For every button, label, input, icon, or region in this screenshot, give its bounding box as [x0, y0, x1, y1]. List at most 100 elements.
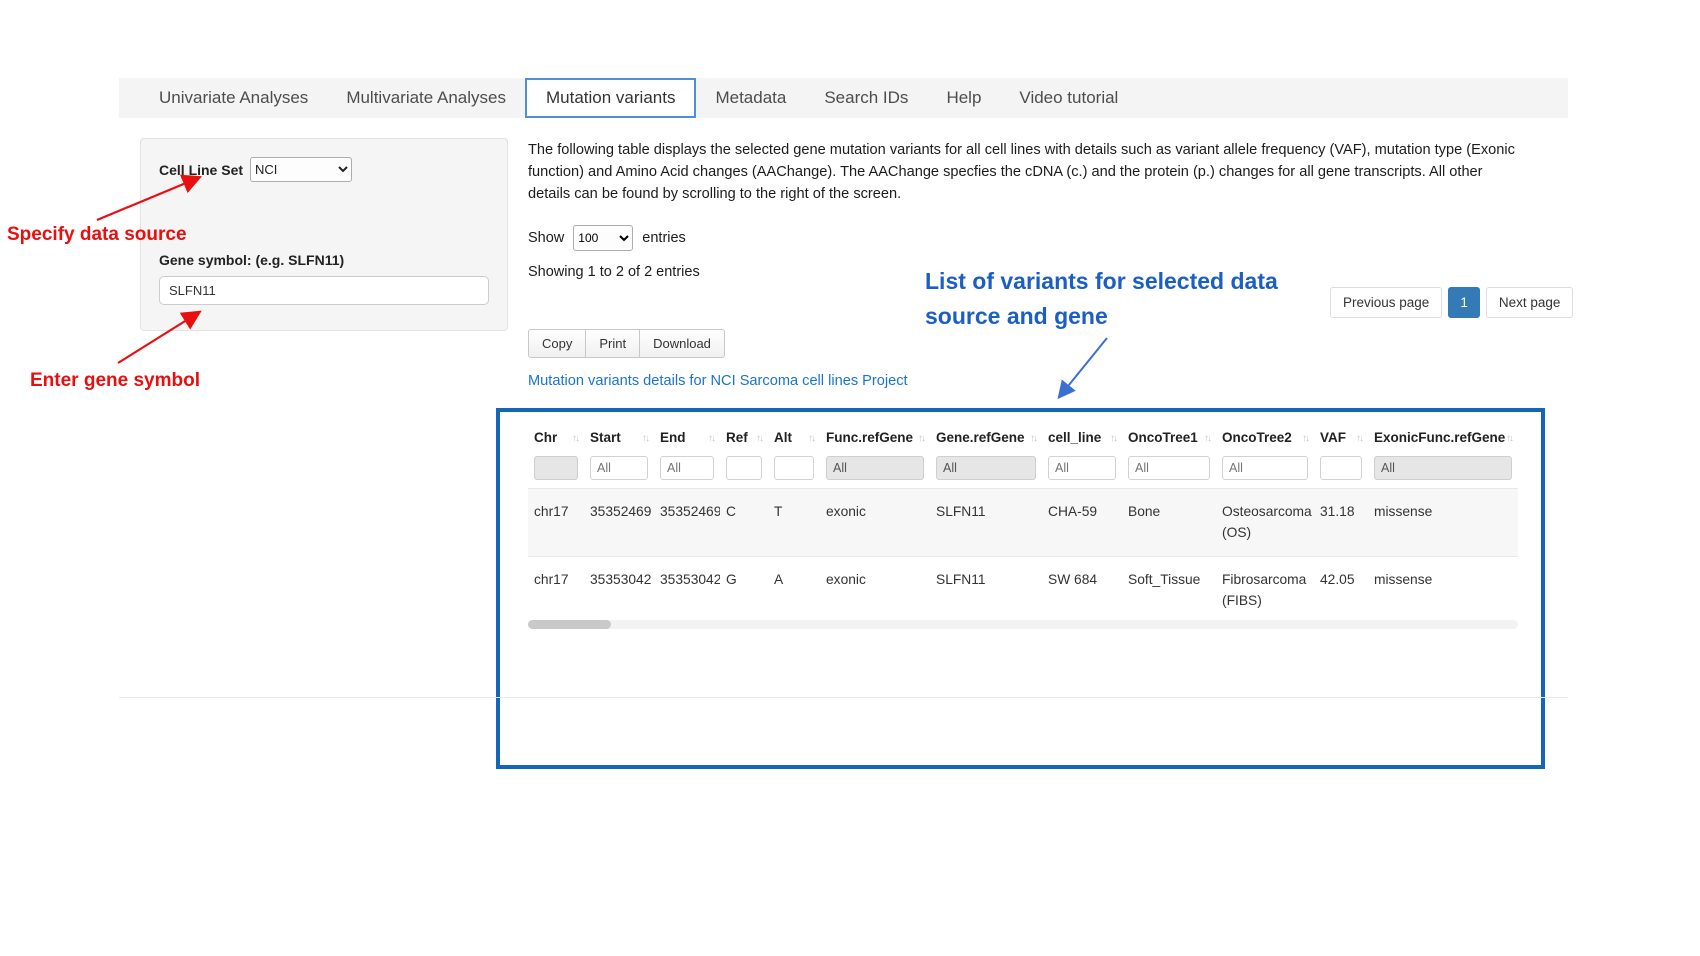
col-header-exonicfunc-refgene[interactable]: ↑↓ExonicFunc.refGene	[1368, 420, 1518, 453]
cell-oncotree2: Fibrosarcoma (FIBS)	[1216, 557, 1314, 625]
show-entries-control: Show 100 entries	[528, 225, 686, 251]
entries-label: entries	[642, 230, 686, 246]
filter-oncotree1[interactable]	[1128, 456, 1210, 480]
filter-end[interactable]	[660, 456, 714, 480]
col-header-alt[interactable]: ↑↓Alt	[768, 420, 820, 453]
sort-icon: ↑↓	[642, 433, 648, 444]
col-label: Gene.refGene	[936, 430, 1025, 445]
input-panel: Cell Line Set NCI Gene symbol: (e.g. SLF…	[140, 138, 508, 331]
cell-func-refgene: exonic	[820, 557, 930, 625]
tab-search-ids[interactable]: Search IDs	[805, 78, 927, 118]
col-header-vaf[interactable]: ↑↓ VAF	[1314, 420, 1368, 453]
tab-univariate-analyses[interactable]: Univariate Analyses	[140, 78, 327, 118]
download-button[interactable]: Download	[639, 329, 725, 358]
col-header-ref[interactable]: ↑↓ Ref	[720, 420, 768, 453]
variants-table: ↑↓Chr ↑↓Start ↑↓End ↑↓Ref ↑↓Alt ↑↓Func.r…	[528, 420, 1518, 626]
sort-icon: ↑↓	[1356, 433, 1362, 444]
table-row: chr17 35353042 35353042 G A exonic SLFN1…	[528, 557, 1518, 625]
gene-symbol-input[interactable]	[159, 276, 489, 305]
cell-oncotree2: Osteosarcoma (OS)	[1216, 489, 1314, 557]
sort-icon: ↑↓	[808, 433, 814, 444]
filter-ref[interactable]	[726, 456, 762, 480]
content-bottom-divider	[119, 697, 1568, 698]
tab-metadata[interactable]: Metadata	[696, 78, 805, 118]
filter-gene-refgene[interactable]	[936, 456, 1036, 480]
filter-oncotree2[interactable]	[1222, 456, 1308, 480]
col-label: OncoTree1	[1128, 430, 1198, 445]
filter-alt[interactable]	[774, 456, 814, 480]
cell-start: 35353042	[584, 557, 654, 625]
cell-oncotree1: Soft_Tissue	[1122, 557, 1216, 625]
export-button-group: Copy Print Download	[528, 329, 725, 358]
col-header-oncotree1[interactable]: ↑↓ OncoTree1	[1122, 420, 1216, 453]
sort-icon: ↑↓	[708, 433, 714, 444]
col-header-end[interactable]: ↑↓ End	[654, 420, 720, 453]
table-title-link[interactable]: Mutation variants details for NCI Sarcom…	[528, 373, 908, 389]
cell-oncotree1: Bone	[1122, 489, 1216, 557]
sort-icon: ↑↓	[1204, 433, 1210, 444]
entries-length-select[interactable]: 100	[573, 225, 633, 251]
col-label: VAF	[1320, 430, 1346, 445]
cell-cell-line: CHA-59	[1042, 489, 1122, 557]
annotation-variants-list: List of variants for selected data sourc…	[925, 264, 1327, 333]
copy-button[interactable]: Copy	[528, 329, 586, 358]
sort-icon: ↑↓	[1506, 433, 1512, 444]
tab-multivariate-analyses[interactable]: Multivariate Analyses	[327, 78, 525, 118]
filter-vaf[interactable]	[1320, 456, 1362, 480]
table-row: chr17 35352469 35352469 C T exonic SLFN1…	[528, 489, 1518, 557]
table-description: The following table displays the selecte…	[528, 139, 1526, 206]
filter-exonicfunc-refgene[interactable]	[1374, 456, 1512, 480]
cell-gene-refgene: SLFN11	[930, 557, 1042, 625]
print-button[interactable]: Print	[585, 329, 640, 358]
col-header-oncotree2[interactable]: ↑↓ OncoTree2	[1216, 420, 1314, 453]
col-header-gene-refgene[interactable]: ↑↓Gene.refGene	[930, 420, 1042, 453]
cell-exonicfunc-refgene: missense	[1368, 557, 1518, 625]
cell-alt: A	[768, 557, 820, 625]
sort-icon: ↑↓	[1302, 433, 1308, 444]
sort-icon: ↑↓	[1110, 433, 1116, 444]
col-label: cell_line	[1048, 430, 1101, 445]
col-label: End	[660, 430, 686, 445]
gene-symbol-label: Gene symbol: (e.g. SLFN11)	[159, 252, 489, 268]
cell-func-refgene: exonic	[820, 489, 930, 557]
filter-chr[interactable]	[534, 456, 578, 480]
cell-gene-refgene: SLFN11	[930, 489, 1042, 557]
top-nav: Univariate Analyses Multivariate Analyse…	[119, 78, 1568, 118]
tab-help[interactable]: Help	[927, 78, 1000, 118]
filter-row	[528, 453, 1518, 489]
cell-line-set-label: Cell Line Set	[159, 162, 243, 178]
col-label: OncoTree2	[1222, 430, 1292, 445]
col-header-start[interactable]: ↑↓ Start	[584, 420, 654, 453]
cell-ref: G	[720, 557, 768, 625]
horizontal-scrollbar-track[interactable]	[528, 620, 1518, 629]
cell-end: 35352469	[654, 489, 720, 557]
cell-end: 35353042	[654, 557, 720, 625]
cell-chr: chr17	[528, 489, 584, 557]
col-header-cell-line[interactable]: ↑↓ cell_line	[1042, 420, 1122, 453]
sort-icon: ↑↓	[756, 433, 762, 444]
col-label: Ref	[726, 430, 748, 445]
annotation-enter-gene-symbol: Enter gene symbol	[30, 370, 200, 392]
showing-entries-info: Showing 1 to 2 of 2 entries	[528, 264, 700, 280]
filter-cell-line[interactable]	[1048, 456, 1116, 480]
col-header-func-refgene[interactable]: ↑↓Func.refGene	[820, 420, 930, 453]
cell-vaf: 31.18	[1314, 489, 1368, 557]
cell-line-set-select[interactable]: NCI	[250, 157, 352, 182]
cell-start: 35352469	[584, 489, 654, 557]
col-header-chr[interactable]: ↑↓Chr	[528, 420, 584, 453]
tab-video-tutorial[interactable]: Video tutorial	[1000, 78, 1137, 118]
horizontal-scrollbar-thumb[interactable]	[528, 620, 611, 629]
col-label: Start	[590, 430, 621, 445]
sort-icon: ↑↓	[572, 433, 578, 444]
previous-page-button[interactable]: Previous page	[1330, 287, 1442, 318]
tab-mutation-variants[interactable]: Mutation variants	[525, 78, 696, 118]
filter-start[interactable]	[590, 456, 648, 480]
cell-ref: C	[720, 489, 768, 557]
filter-func-refgene[interactable]	[826, 456, 924, 480]
col-label: Func.refGene	[826, 430, 913, 445]
annotation-specify-data-source: Specify data source	[7, 224, 187, 246]
cell-cell-line: SW 684	[1042, 557, 1122, 625]
page-number-button[interactable]: 1	[1448, 287, 1480, 318]
page: Univariate Analyses Multivariate Analyse…	[0, 0, 1700, 956]
next-page-button[interactable]: Next page	[1486, 287, 1574, 318]
